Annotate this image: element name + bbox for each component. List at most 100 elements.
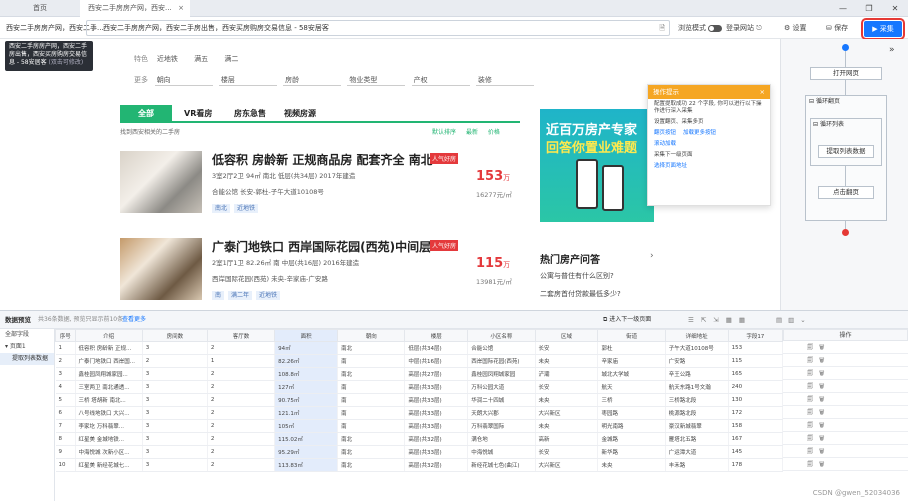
table-cell[interactable]: 万科公园大道	[467, 380, 536, 394]
table-cell[interactable]: 低层(共34层)	[404, 341, 469, 355]
column-header[interactable]: 面积	[274, 329, 339, 342]
table-cell[interactable]: 三室两卫 南北通透...	[75, 380, 143, 394]
table-cell[interactable]: 丰禾路	[665, 458, 729, 472]
row-actions-icons[interactable]: 🗐🗑	[783, 393, 908, 406]
document-icon[interactable]: 🗎	[659, 21, 665, 35]
table-cell[interactable]: 9	[55, 445, 76, 459]
table-cell[interactable]: 新华路	[597, 445, 666, 459]
table-cell[interactable]: 新经花城七色(曲江)	[467, 458, 536, 472]
table-cell[interactable]: 1	[55, 341, 76, 355]
table-cell[interactable]: 高新	[535, 432, 599, 446]
link-load-more[interactable]: 加载更多按钮	[683, 130, 716, 136]
table-cell[interactable]: 3	[142, 367, 208, 381]
tab-active-page[interactable]: 西安二手房房产网，西安... ×	[80, 0, 190, 17]
table-cell[interactable]: 3	[55, 367, 76, 381]
tab-home[interactable]: 首页	[0, 0, 80, 17]
browse-mode-toggle[interactable]: 浏览模式	[678, 17, 722, 39]
table-cell[interactable]: 2	[207, 393, 276, 407]
table-cell[interactable]: 城北大学城	[597, 367, 666, 381]
table-cell[interactable]: 高层(共27层)	[404, 367, 469, 381]
table-cell[interactable]: 广安路	[665, 354, 729, 368]
row-actions-icons[interactable]: 🗐🗑	[783, 367, 908, 380]
table-cell[interactable]: 长安	[535, 380, 599, 394]
column-header[interactable]: 街道	[597, 329, 666, 342]
table-cell[interactable]: 金城路	[597, 432, 666, 446]
table-cell[interactable]: 南北	[337, 367, 406, 381]
sort-price[interactable]: 价格	[488, 129, 500, 136]
row-actions-icons[interactable]: 🗐🗑	[783, 380, 908, 393]
listing-address[interactable]: 西岸国际花园(西苑) 未央-辛家庙-广安路	[212, 273, 328, 283]
listing-item[interactable]: 低容积 房龄新 正规商品房 配套齐全 南北... 人气好房 3室2厅2卫 94㎡…	[120, 151, 520, 223]
table-cell[interactable]: 2	[55, 354, 76, 368]
table-cell[interactable]: 121.1㎡	[274, 406, 339, 420]
table-cell[interactable]: 南北	[337, 432, 406, 446]
flow-node-click-page[interactable]: 点击翻页	[818, 186, 874, 199]
table-row[interactable]: 9 中海悦城 次新小区... 3 2 95.29㎡ 南北 高层(共33层) 中海悦城 长安 新华路…	[55, 445, 784, 459]
table-cell[interactable]: 低容积 房龄新 正规...	[75, 341, 143, 355]
row-actions-icons[interactable]: 🗐🗑	[783, 458, 908, 471]
table-cell[interactable]: 158	[728, 419, 784, 433]
table-cell[interactable]: 167	[728, 432, 784, 446]
table-cell[interactable]: 94㎡	[274, 341, 339, 355]
table-row[interactable]: 3 鑫桂园凤翔城家园... 3 2 108.8㎡ 南北 高层(共27层) 鑫桂园凤翔城家园 浐灞…	[55, 367, 784, 381]
table-cell[interactable]: 三桥	[597, 393, 666, 407]
listing-photo[interactable]	[120, 151, 202, 213]
listing-title[interactable]: 广泰门地铁口 西岸国际花园(西苑)中间层 ...	[212, 238, 449, 255]
tab-vr[interactable]: VR看房	[184, 105, 212, 123]
column-header[interactable]: 区域	[534, 329, 599, 342]
collect-button[interactable]: ▶ 采集	[861, 18, 905, 40]
minimize-icon[interactable]: —	[830, 0, 856, 17]
table-cell[interactable]: 鑫桂园凤翔城家园...	[75, 367, 143, 381]
table-row[interactable]: 7 李家圪 万科翡翠... 3 2 105㎡南高层(共33层) 万科翡翠国际 未央 明光南路豪…	[55, 419, 784, 433]
table-cell[interactable]: 南	[337, 393, 406, 407]
table-cell[interactable]: 153	[728, 341, 784, 355]
filter-select[interactable]: 物业类型	[347, 75, 406, 86]
filter-select[interactable]: 房龄	[283, 75, 342, 86]
table-cell[interactable]: 中海悦城 次新小区...	[75, 445, 143, 459]
table-row[interactable]: 1 低容积 房龄新 正规... 3 2 94㎡ 南北 低层(共34层) 合能公馆 长安 郭杜 子午大…	[55, 341, 784, 355]
table-cell[interactable]: 航天	[597, 380, 666, 394]
table-cell[interactable]: 3	[142, 380, 208, 394]
view-more-link[interactable]: 查看更多	[122, 311, 146, 329]
table-cell[interactable]: 1	[207, 354, 276, 368]
table-cell[interactable]: 2	[207, 419, 276, 433]
table-cell[interactable]: 7	[55, 419, 76, 433]
table-cell[interactable]: 5	[55, 393, 76, 407]
filter-select[interactable]: 装修	[475, 75, 534, 86]
row-actions-icons[interactable]: 🗐🗑	[783, 354, 908, 367]
table-row[interactable]: 4 三室两卫 南北通透... 3 2 127㎡南高层(共33层) 万科公园大道 长安 航天 航天…	[55, 380, 784, 394]
panel-tool-icons[interactable]: ☰⇱⇲▦▦	[688, 311, 752, 329]
table-cell[interactable]: 10	[55, 458, 76, 472]
column-header[interactable]: 房间数	[141, 329, 208, 342]
table-row[interactable]: 10 红星美 新经花城七... 3 2 113.83㎡ 南北 高层(共32层) 新经花城七色(…	[55, 458, 784, 472]
table-cell[interactable]: 2	[207, 432, 276, 446]
maximize-icon[interactable]: ❐	[856, 0, 882, 17]
table-cell[interactable]: 长安	[535, 341, 599, 355]
flow-node-open-page[interactable]: 打开网页	[810, 67, 882, 80]
table-cell[interactable]: 南北	[337, 445, 406, 459]
table-cell[interactable]: 子午大道10108号	[665, 341, 729, 355]
ad-banner[interactable]: 近百万房产专家 回答你置业难题	[540, 109, 654, 222]
table-cell[interactable]: 2	[207, 367, 276, 381]
table-cell[interactable]: 大兴新区	[535, 458, 599, 472]
table-cell[interactable]: 大兴新区	[535, 406, 599, 420]
table-cell[interactable]: 3	[142, 445, 208, 459]
table-cell[interactable]: 南北	[337, 341, 406, 355]
tree-page[interactable]: ▾ 页面1	[0, 341, 54, 353]
filter-select[interactable]: 产权	[411, 75, 470, 86]
table-cell[interactable]: 3	[142, 432, 208, 446]
login-site-button[interactable]: 登录网站 ⎋	[726, 17, 762, 39]
table-cell[interactable]: 3	[142, 406, 208, 420]
table-cell[interactable]: 桃源路北段	[665, 406, 729, 420]
qa-item[interactable]: 公寓与普住有什么区别?	[540, 271, 614, 281]
table-cell[interactable]: 三桥 塔胡新 南北...	[75, 393, 143, 407]
save-button[interactable]: ⛁ 保存	[826, 17, 848, 39]
link-page-button[interactable]: 翻页按钮	[654, 130, 676, 136]
row-actions-icons[interactable]: 🗐🗑	[783, 406, 908, 419]
column-header[interactable]: 序号	[55, 329, 76, 342]
table-cell[interactable]: 浐灞	[535, 367, 599, 381]
filter-option[interactable]: 近地铁	[157, 54, 178, 64]
tab-urgent[interactable]: 房东急售	[234, 105, 266, 123]
link-scroll-load[interactable]: 滚动加载	[654, 141, 676, 147]
chevron-right-icon[interactable]: ›	[650, 251, 654, 261]
